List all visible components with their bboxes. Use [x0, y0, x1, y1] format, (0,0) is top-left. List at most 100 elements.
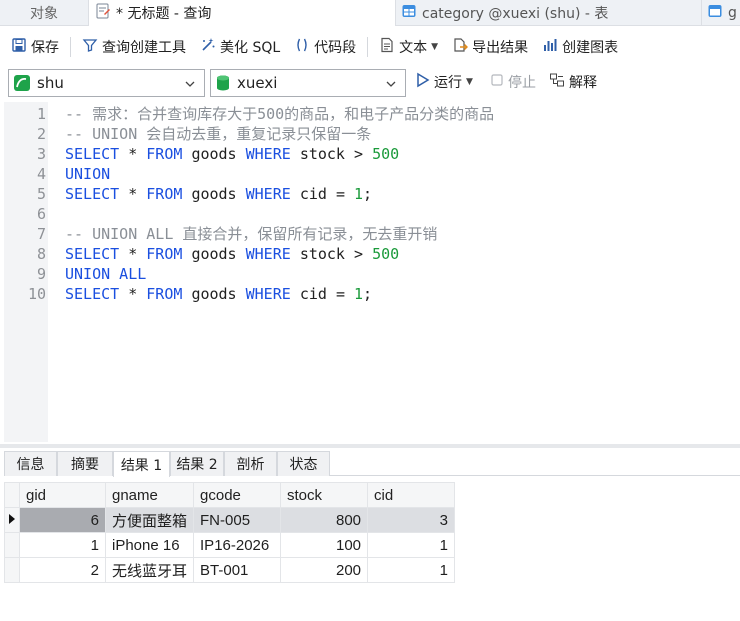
code-token: WHERE	[245, 285, 291, 303]
code-token: WHERE	[245, 245, 291, 263]
table-row[interactable]: 2 无线蓝牙耳 BT-001 200 1	[4, 557, 456, 583]
table-cell[interactable]: 200	[280, 557, 369, 583]
code-token: FROM	[146, 145, 183, 163]
code-line: -- UNION ALL 直接合并，保留所有记录，无去重开销	[65, 225, 438, 243]
connection-icon	[13, 74, 31, 92]
text-label: 文本	[399, 40, 428, 56]
explain-label: 解释	[569, 75, 597, 91]
toolbar-divider	[367, 37, 369, 57]
line-number: 6	[36, 205, 46, 223]
line-number: 10	[27, 285, 46, 303]
bar-chart-icon	[542, 37, 558, 57]
tab-profile-label: 剖析	[236, 457, 265, 473]
create-chart-label: 创建图表	[562, 40, 619, 56]
code-token: 500	[372, 245, 400, 263]
code-token: 1	[354, 285, 364, 303]
tab-summary[interactable]: 摘要	[57, 451, 113, 476]
stop-label: 停止	[508, 75, 536, 91]
column-header-gname[interactable]: gname	[104, 482, 195, 508]
run-button[interactable]: 运行 ▼	[416, 72, 473, 92]
sql-editor[interactable]: 1 -- 需求：合并查询库存大于500的商品，和电子产品分类的商品 2 -- U…	[0, 102, 740, 442]
header-row: gid gname gcode stock cid	[4, 482, 456, 508]
line-number: 7	[36, 225, 46, 243]
table-cell[interactable]: iPhone 16	[104, 532, 195, 558]
table-icon	[707, 3, 723, 23]
table-cell[interactable]: 6	[19, 507, 106, 533]
beautify-sql-button[interactable]: 美化 SQL	[197, 34, 283, 60]
table-cell[interactable]: 100	[280, 532, 369, 558]
text-button[interactable]: 文本 ▼	[376, 34, 441, 60]
table-cell[interactable]: 1	[367, 557, 456, 583]
export-result-label: 导出结果	[472, 40, 529, 56]
code-token: WHERE	[245, 145, 291, 163]
table-cell[interactable]: 无线蓝牙耳	[104, 557, 195, 583]
table-cell[interactable]: BT-001	[193, 557, 282, 583]
editor-result-splitter[interactable]	[0, 444, 740, 448]
line-number: 3	[36, 145, 46, 163]
code-line: UNION	[65, 165, 111, 183]
line-number: 1	[36, 105, 46, 123]
tab-result-1[interactable]: 结果 1	[113, 451, 170, 477]
export-icon	[452, 37, 469, 57]
stop-icon	[490, 73, 504, 91]
tab-category-table[interactable]: category @xuexi (shu) - 表	[396, 0, 702, 26]
code-line: SELECT * FROM goods WHERE stock > 500	[65, 145, 400, 163]
code-line: -- 需求：合并查询库存大于500的商品，和电子产品分类的商品	[65, 105, 495, 123]
table-cell[interactable]: 1	[19, 532, 106, 558]
tab-result-2[interactable]: 结果 2	[170, 451, 224, 476]
code-token: SELECT	[65, 285, 120, 303]
tab-query[interactable]: * 无标题 - 查询	[88, 0, 396, 26]
code-token: FROM	[146, 185, 183, 203]
play-icon	[416, 72, 430, 92]
document-icon	[379, 37, 395, 57]
create-chart-button[interactable]: 创建图表	[539, 34, 621, 60]
table-icon	[401, 3, 417, 23]
beautify-sql-label: 美化 SQL	[220, 40, 281, 56]
save-button[interactable]: 保存	[8, 34, 62, 60]
column-header-stock[interactable]: stock	[280, 482, 369, 508]
stop-button[interactable]: 停止	[490, 72, 536, 92]
column-header-cid[interactable]: cid	[367, 482, 456, 508]
code-token: SELECT	[65, 185, 120, 203]
table-cell[interactable]: IP16-2026	[193, 532, 282, 558]
tab-status[interactable]: 状态	[277, 451, 330, 476]
column-header-gcode[interactable]: gcode	[193, 482, 282, 508]
tab-overflow[interactable]: g	[702, 0, 740, 26]
current-row-indicator	[4, 507, 20, 533]
table-cell[interactable]: 方便面整箱	[104, 507, 195, 533]
code-token: SELECT	[65, 145, 120, 163]
tab-result-2-label: 结果 2	[176, 457, 218, 473]
table-cell[interactable]: 3	[367, 507, 456, 533]
funnel-icon	[82, 37, 98, 57]
line-number: 5	[36, 185, 46, 203]
explain-button[interactable]: 解释	[549, 72, 597, 92]
connection-bar: shu xuexi 运行 ▼ 停止 解释	[0, 68, 740, 100]
code-line: UNION ALL	[65, 265, 147, 283]
tab-profile[interactable]: 剖析	[224, 451, 277, 476]
tab-status-label: 状态	[289, 457, 318, 473]
connection-select[interactable]: shu	[8, 69, 205, 97]
database-icon	[215, 74, 231, 92]
table-cell[interactable]: 1	[367, 532, 456, 558]
result-table: gid gname gcode stock cid 6 方便面整箱 FN-005…	[4, 482, 456, 583]
export-result-button[interactable]: 导出结果	[449, 34, 531, 60]
explain-icon	[549, 72, 565, 92]
code-token: 1	[354, 185, 364, 203]
code-token: SELECT	[65, 245, 120, 263]
table-cell[interactable]: 800	[280, 507, 369, 533]
column-header-gid[interactable]: gid	[19, 482, 106, 508]
chevron-down-icon: ▼	[431, 42, 439, 52]
save-icon	[11, 37, 27, 57]
table-cell[interactable]: 2	[19, 557, 106, 583]
code-snippet-button[interactable]: 代码段	[291, 34, 359, 60]
tab-info[interactable]: 信息	[4, 451, 57, 476]
query-builder-label: 查询创建工具	[102, 40, 186, 56]
query-builder-button[interactable]: 查询创建工具	[79, 34, 189, 60]
table-row[interactable]: 1 iPhone 16 IP16-2026 100 1	[4, 532, 456, 558]
tab-objects[interactable]: 对象	[0, 0, 88, 26]
database-select[interactable]: xuexi	[210, 69, 406, 97]
code-line: SELECT * FROM goods WHERE cid = 1;	[65, 285, 373, 303]
table-row[interactable]: 6 方便面整箱 FN-005 800 3	[4, 507, 456, 533]
table-cell[interactable]: FN-005	[193, 507, 282, 533]
tab-result-1-label: 结果 1	[120, 457, 163, 474]
